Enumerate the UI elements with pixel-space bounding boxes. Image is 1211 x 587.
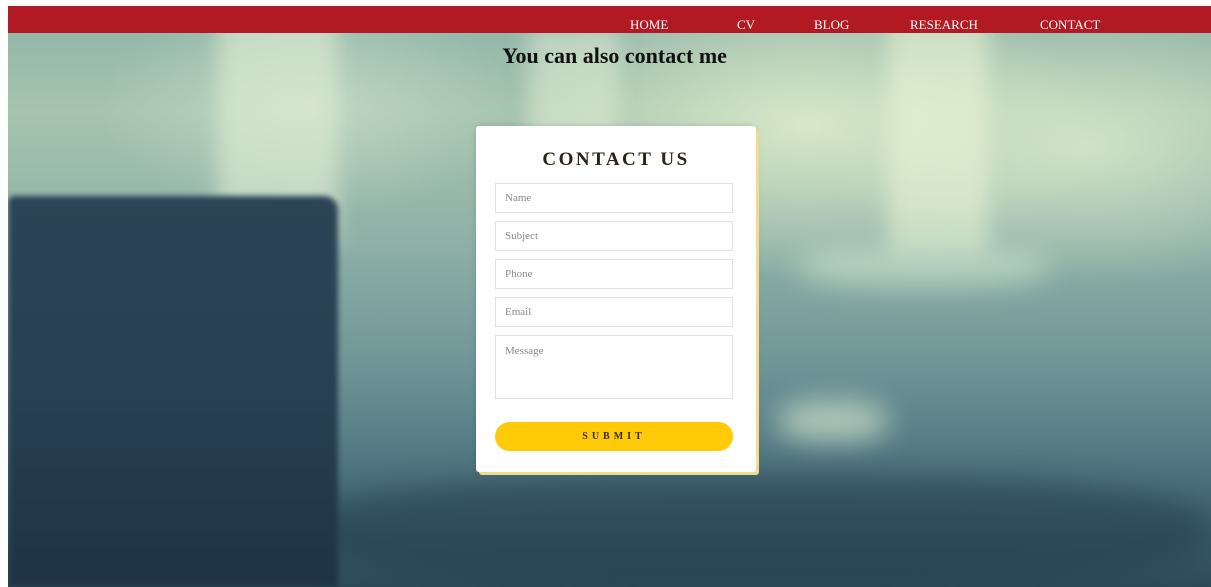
page-background: HOME CV BLOG RESEARCH CONTACT You can al… (8, 6, 1211, 587)
contact-form-card: CONTACT US SUBMIT (476, 126, 756, 472)
navbar: HOME CV BLOG RESEARCH CONTACT (8, 6, 1211, 33)
nav-contact[interactable]: CONTACT (1040, 17, 1100, 33)
nav-home[interactable]: HOME (630, 17, 668, 33)
submit-button[interactable]: SUBMIT (495, 422, 733, 451)
page-heading: You can also contact me (502, 43, 727, 68)
background-monitor (8, 196, 338, 587)
phone-input[interactable] (495, 259, 733, 289)
nav-research[interactable]: RESEARCH (910, 17, 978, 33)
name-input[interactable] (495, 183, 733, 213)
email-input[interactable] (495, 297, 733, 327)
background-desk (308, 476, 1211, 587)
message-textarea[interactable] (495, 335, 733, 399)
nav-blog[interactable]: BLOG (814, 17, 849, 33)
background-light-spot (798, 246, 1048, 286)
background-light-spot (778, 401, 888, 441)
subject-input[interactable] (495, 221, 733, 251)
contact-form-title: CONTACT US (542, 149, 690, 170)
nav-cv[interactable]: CV (737, 17, 755, 33)
